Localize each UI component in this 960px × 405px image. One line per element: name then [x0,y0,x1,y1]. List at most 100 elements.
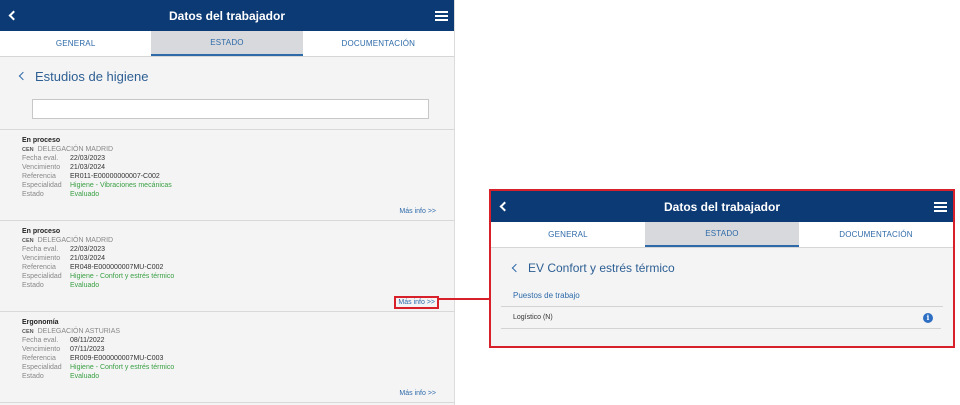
section-back-link[interactable]: EV Confort y estrés térmico [491,248,953,288]
field-especialidad: Especialidad Higiene - Confort y estrés t… [22,272,436,281]
back-button[interactable] [497,191,511,222]
more-info-link[interactable]: Más info >> [399,208,436,215]
field-especialidad: Especialidad Higiene - Confort y estrés t… [22,363,436,372]
tab-documentacion[interactable]: DOCUMENTACIÓN [303,31,454,56]
back-button[interactable] [6,0,20,31]
more-info-link-highlighted[interactable]: Más info >> [394,296,439,309]
tab-estado[interactable]: ESTADO [645,222,799,247]
field-especialidad: Especialidad Higiene - Vibraciones mecáni… [22,181,436,190]
tab-general[interactable]: GENERAL [0,31,151,56]
field-label: Referencia [22,264,56,271]
tab-bar: GENERAL ESTADO DOCUMENTACIÓN [0,31,454,57]
back-chevron-icon [8,10,18,21]
field-value: Higiene - Vibraciones mecánicas [70,182,172,189]
menu-button[interactable] [434,0,448,31]
tab-general[interactable]: GENERAL [491,222,645,247]
screenshot-stage: Datos del trabajador GENERAL ESTADO DOCU… [0,0,960,405]
more-info-link[interactable]: Más info >> [399,390,436,397]
field-value: 21/03/2024 [70,164,106,171]
field-fecha: Fecha eval. 22/03/2023 [22,154,436,163]
org-code: CEN [22,147,34,153]
menu-icon [434,10,448,21]
info-icon[interactable]: i [923,312,933,323]
field-value: Higiene - Confort y estrés térmico [70,364,175,371]
org-name: DELEGACIÓN MADRID [37,146,114,153]
field-vencimiento: Vencimiento 07/11/2023 [22,345,436,354]
tab-bar: GENERAL ESTADO DOCUMENTACIÓN [491,222,953,248]
field-vencimiento: Vencimiento 21/03/2024 [22,254,436,263]
field-value: ER048-E000000007MU-C002 [70,264,164,271]
section-back-link[interactable]: Estudios de higiene [0,57,454,95]
field-value: Evaluado [70,191,100,198]
study-card: En proceso CEN DELEGACIÓN MADRID Fecha ev… [0,130,454,221]
hygiene-study-list: En proceso CEN DELEGACIÓN MADRID Fecha ev… [0,129,454,403]
field-value: 22/03/2023 [70,155,106,162]
field-label: Vencimiento [22,346,61,353]
field-value: 22/03/2023 [70,246,106,253]
field-value: Evaluado [70,282,100,289]
field-fecha: Fecha eval. 22/03/2023 [22,245,436,254]
header-bar: Datos del trabajador [491,191,953,222]
org-name: DELEGACIÓN MADRID [37,237,114,244]
card-title: En proceso [22,228,61,235]
field-label: Vencimiento [22,255,61,262]
search-input[interactable] [32,99,429,119]
field-value: ER009-E000000007MU-C003 [70,355,164,362]
field-label: Especialidad [22,364,62,371]
field-label: Referencia [22,173,56,180]
field-value: ER011-E00000000007-C002 [70,173,160,180]
tab-documentacion[interactable]: DOCUMENTACIÓN [799,222,953,247]
field-label: Especialidad [22,182,62,189]
field-value: Higiene - Confort y estrés térmico [70,273,175,280]
worker-data-screen: Datos del trabajador GENERAL ESTADO DOCU… [0,0,455,405]
header-bar: Datos del trabajador [0,0,454,31]
field-value: Evaluado [70,373,100,380]
tab-estado[interactable]: ESTADO [151,31,303,56]
org-code: CEN [22,329,34,335]
header-title: Datos del trabajador [663,199,781,214]
detail-screen-callout: Datos del trabajador GENERAL ESTADO DOCU… [489,189,955,348]
field-estado: Estado Evaluado [22,372,436,381]
field-estado: Estado Evaluado [22,190,436,199]
field-label: Referencia [22,355,56,362]
callout-connector-line [437,298,490,300]
study-card: Ergonomía CEN DELEGACIÓN ASTURIAS Fecha e… [0,312,454,403]
section-title: EV Confort y estrés térmico [528,261,675,275]
menu-button[interactable] [933,191,947,222]
menu-icon [933,201,947,212]
field-value: 07/11/2023 [70,346,105,353]
field-label: Estado [22,282,44,289]
field-label: Vencimiento [22,164,61,171]
list-item-label: Logístico (N) [513,314,553,321]
list-item[interactable]: Logístico (N) i [501,307,941,329]
org-code: CEN [22,238,34,244]
card-organization: CEN DELEGACIÓN MADRID [22,145,436,154]
subheading-workstations: Puestos de trabajo [501,288,943,307]
card-organization: CEN DELEGACIÓN MADRID [22,236,436,245]
field-label: Fecha eval. [22,337,59,344]
study-card: En proceso CEN DELEGACIÓN MADRID Fecha ev… [0,221,454,312]
search-container [0,95,454,129]
field-fecha: Fecha eval. 08/11/2022 [22,336,436,345]
field-label: Fecha eval. [22,155,59,162]
card-organization: CEN DELEGACIÓN ASTURIAS [22,327,436,336]
field-value: 21/03/2024 [70,255,106,262]
section-title: Estudios de higiene [35,68,149,84]
back-chevron-icon [511,263,521,273]
field-estado: Estado Evaluado [22,281,436,290]
field-value: 08/11/2022 [70,337,105,344]
field-vencimiento: Vencimiento 21/03/2024 [22,163,436,172]
back-chevron-icon [18,71,28,81]
field-referencia: Referencia ER048-E000000007MU-C002 [22,263,436,272]
field-label: Especialidad [22,273,62,280]
card-title: En proceso [22,137,61,144]
card-title: Ergonomía [22,319,59,326]
field-label: Estado [22,373,44,380]
field-referencia: Referencia ER011-E00000000007-C002 [22,172,436,181]
field-referencia: Referencia ER009-E000000007MU-C003 [22,354,436,363]
field-label: Fecha eval. [22,246,59,253]
header-title: Datos del trabajador [168,8,286,23]
field-label: Estado [22,191,44,198]
back-chevron-icon [499,201,509,212]
org-name: DELEGACIÓN ASTURIAS [37,328,121,335]
